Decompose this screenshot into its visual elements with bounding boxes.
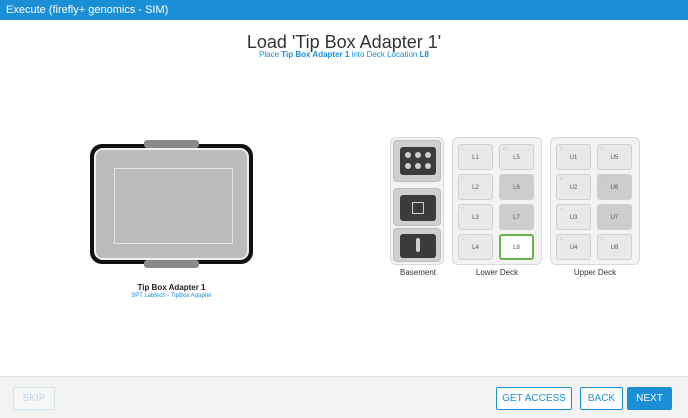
instruction-location: L8 bbox=[419, 50, 429, 59]
lower-deck-label: Lower Deck bbox=[475, 268, 519, 277]
next-button[interactable]: NEXT bbox=[627, 387, 672, 410]
get-access-button[interactable]: GET ACCESS bbox=[496, 387, 572, 410]
deck-slot-L1[interactable]: □ L1 bbox=[458, 144, 493, 170]
deck-slot-L5[interactable]: □ L5 bbox=[499, 144, 534, 170]
lower-deck-panel: □ L1 □ L5 □ L2 □ L6 □ L3 □ L7 □ L4 L8 bbox=[452, 137, 542, 265]
deck-slot-L4[interactable]: □ L4 bbox=[458, 234, 493, 260]
deck-slot-L3[interactable]: □ L3 bbox=[458, 204, 493, 230]
deck-slot-U2[interactable]: □ U2 bbox=[556, 174, 591, 200]
basement-tile-middle[interactable] bbox=[393, 188, 441, 226]
basement-tile-bottom[interactable] bbox=[393, 228, 441, 262]
adapter-description: SPT Labtech - TipBox Adapter bbox=[131, 293, 212, 299]
thermal-device-icon bbox=[400, 234, 436, 258]
deck-slot-L6[interactable]: □ L6 bbox=[499, 174, 534, 200]
back-button[interactable]: BACK bbox=[580, 387, 623, 410]
footer-bar: SKIP GET ACCESS BACK NEXT bbox=[0, 376, 688, 418]
instruction-mid: into Deck Location bbox=[349, 50, 420, 59]
window-title-bar: Execute (firefly+ genomics - SIM) bbox=[0, 0, 688, 20]
adapter-recess bbox=[114, 168, 233, 244]
upper-deck-panel: □ U1 □ U5 □ U2 □ U6 □ U3 □ U7 □ U4 □ U8 bbox=[550, 137, 640, 265]
deck-slot-U3[interactable]: □ U3 bbox=[556, 204, 591, 230]
deck-slot-U8[interactable]: □ U8 bbox=[597, 234, 632, 260]
deck-slot-U5[interactable]: □ U5 bbox=[597, 144, 632, 170]
basement-label: Basement bbox=[399, 268, 437, 277]
adapter-plate bbox=[94, 148, 249, 260]
module-device-icon bbox=[400, 195, 436, 221]
deck-slot-U7[interactable]: □ U7 bbox=[597, 204, 632, 230]
basement-tile-top[interactable] bbox=[393, 140, 441, 182]
deck-slot-L7[interactable]: □ L7 bbox=[499, 204, 534, 230]
basement-panel bbox=[390, 137, 444, 265]
adapter-top-clip bbox=[144, 140, 199, 148]
adapter-name: Tip Box Adapter 1 bbox=[137, 283, 206, 292]
adapter-bottom-clip bbox=[144, 260, 199, 268]
deck-slot-L8-target[interactable]: L8 bbox=[499, 234, 534, 260]
skip-button[interactable]: SKIP bbox=[13, 387, 55, 410]
instruction-text: Place Tip Box Adapter 1 into Deck Locati… bbox=[0, 50, 688, 59]
instruction-item: Tip Box Adapter 1 bbox=[281, 50, 350, 59]
window-title: Execute (firefly+ genomics - SIM) bbox=[6, 4, 169, 16]
deck-slot-U1[interactable]: □ U1 bbox=[556, 144, 591, 170]
upper-deck-label: Upper Deck bbox=[573, 268, 617, 277]
deck-slot-U4[interactable]: □ U4 bbox=[556, 234, 591, 260]
plate-device-icon bbox=[400, 147, 436, 175]
deck-slot-U6[interactable]: □ U6 bbox=[597, 174, 632, 200]
instruction-prefix: Place bbox=[259, 50, 282, 59]
deck-slot-L2[interactable]: □ L2 bbox=[458, 174, 493, 200]
tip-box-adapter-image bbox=[90, 140, 253, 268]
